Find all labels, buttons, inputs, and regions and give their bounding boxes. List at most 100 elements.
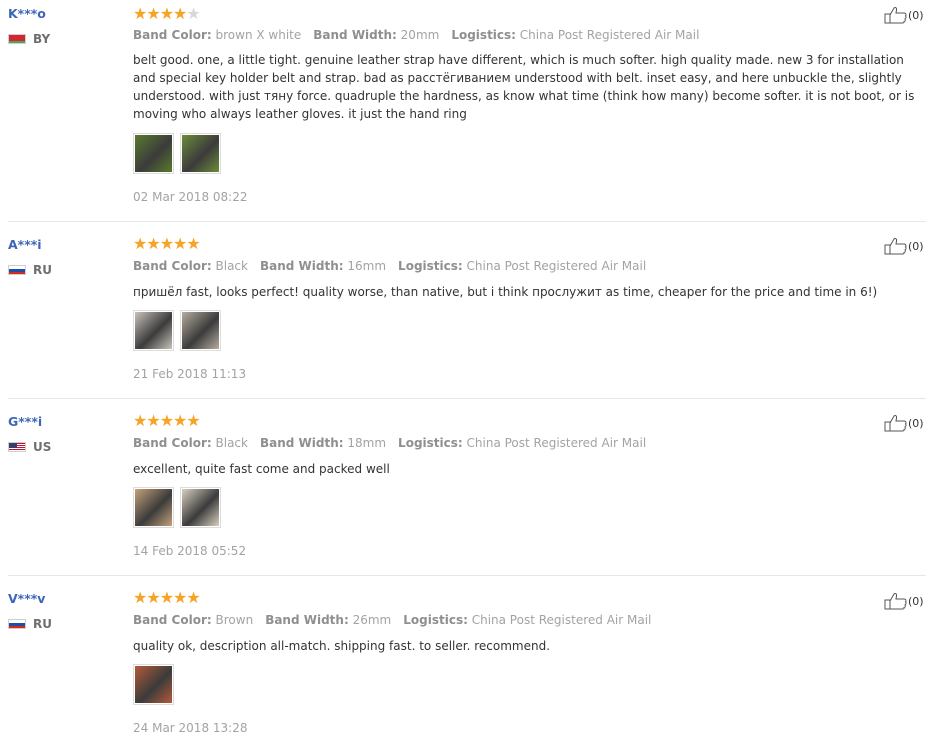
star-rating: ★ ★ ★ ★ ★: [133, 234, 201, 253]
star-rating: ★ ★ ★ ★ ★: [133, 4, 201, 23]
logistics-label: Logistics:: [403, 613, 468, 627]
review-photos: [133, 487, 227, 528]
photo-image: [182, 489, 219, 526]
star-icon: ★: [146, 411, 160, 430]
review-photos: [133, 133, 227, 174]
star-icon: ★: [173, 234, 187, 253]
helpful-count: (0): [908, 416, 924, 430]
photo-image: [182, 135, 219, 172]
order-attributes: Band Color: Black Band Width: 18mm Logisti…: [133, 436, 658, 450]
star-icon: ★: [133, 588, 147, 607]
review-text: belt good. one, a little tight. genuine …: [133, 53, 915, 121]
review-date: 14 Feb 2018 05:52: [133, 544, 247, 558]
photo-image: [135, 489, 172, 526]
review-divider: [8, 221, 926, 222]
logistics-value: China Post Registered Air Mail: [466, 259, 647, 273]
country-code: BY: [33, 32, 51, 46]
reviewer-country: RU: [8, 617, 52, 631]
thumbs-up-icon: [884, 593, 907, 610]
review-text: quality ok, description all-match. shipp…: [133, 639, 551, 653]
logistics-label: Logistics:: [398, 436, 463, 450]
reviewer-country: US: [8, 440, 51, 454]
star-icon: ★: [186, 588, 200, 607]
review-photos: [133, 310, 227, 351]
review-date: 21 Feb 2018 11:13: [133, 367, 247, 381]
order-attributes: Band Color: Brown Band Width: 26mm Logisti…: [133, 613, 663, 627]
star-icon: ★: [146, 4, 160, 23]
review-photos: [133, 664, 180, 705]
helpful-button[interactable]: (0): [884, 592, 924, 610]
reviewer-name[interactable]: V***v: [8, 591, 45, 606]
star-icon: ★: [159, 588, 174, 607]
review-photo-thumbnail[interactable]: [180, 310, 221, 351]
review-text: пришёл fast, looks perfect! quality wors…: [133, 285, 878, 299]
country-flag-icon: [8, 442, 26, 452]
star-icon: ★: [173, 411, 187, 430]
country-flag-icon: [8, 265, 26, 275]
review-photo-thumbnail[interactable]: [180, 487, 221, 528]
band-width-label: Band Width:: [259, 259, 344, 273]
thumbs-up-icon: [884, 238, 907, 255]
photo-image: [135, 135, 172, 172]
review-photo-thumbnail[interactable]: [180, 133, 221, 174]
reviewer-name[interactable]: G***i: [8, 414, 42, 429]
thumbs-up-icon: [884, 415, 907, 432]
order-attributes: Band Color: brown X white Band Width: 20m…: [133, 28, 711, 42]
review-date: 02 Mar 2018 08:22: [133, 190, 248, 204]
band-width-value: 16mm: [347, 259, 387, 273]
star-rating: ★ ★ ★ ★ ★: [133, 411, 201, 430]
photo-image: [182, 312, 219, 349]
logistics-label: Logistics:: [398, 259, 463, 273]
country-code: US: [33, 440, 52, 454]
star-icon: ★: [146, 588, 160, 607]
band-width-label: Band Width:: [265, 613, 349, 627]
band-width-value: 26mm: [352, 613, 392, 627]
band-width-label: Band Width:: [313, 28, 397, 42]
order-attributes: Band Color: Black Band Width: 16mm Logisti…: [133, 259, 658, 273]
band-color-label: Band Color:: [133, 28, 212, 42]
band-color-value: brown X white: [215, 28, 302, 42]
band-width-value: 18mm: [347, 436, 387, 450]
review-date: 24 Mar 2018 13:28: [133, 721, 248, 735]
photo-image: [135, 666, 172, 703]
star-icon: ★: [133, 411, 147, 430]
thumbs-up-icon: [884, 7, 907, 24]
reviewer-name[interactable]: A***i: [8, 237, 42, 252]
band-width-value: 20mm: [400, 28, 440, 42]
star-icon: ★: [133, 4, 147, 23]
logistics-label: Logistics:: [451, 28, 516, 42]
band-color-value: Black: [215, 436, 248, 450]
star-icon: ★: [173, 4, 187, 23]
star-icon: ★: [159, 411, 174, 430]
helpful-count: (0): [908, 239, 924, 253]
star-icon: ★: [159, 234, 174, 253]
photo-image: [135, 312, 172, 349]
star-icon: ★: [173, 588, 187, 607]
star-icon: ★: [186, 234, 200, 253]
helpful-button[interactable]: (0): [884, 6, 924, 24]
helpful-button[interactable]: (0): [884, 237, 924, 255]
review-divider: [8, 575, 926, 576]
star-icon: ★: [159, 4, 174, 23]
review-text: excellent, quite fast come and packed we…: [133, 462, 390, 476]
review-photo-thumbnail[interactable]: [133, 487, 174, 528]
reviewer-country: RU: [8, 263, 52, 277]
country-flag-icon: [8, 619, 26, 629]
reviewer-country: BY: [8, 32, 50, 46]
helpful-count: (0): [908, 594, 924, 608]
band-color-value: Brown: [215, 613, 254, 627]
review-photo-thumbnail[interactable]: [133, 310, 174, 351]
review-photo-thumbnail[interactable]: [133, 664, 174, 705]
star-icon: ★: [133, 234, 147, 253]
review-divider: [8, 398, 926, 399]
country-code: RU: [33, 263, 52, 277]
logistics-value: China Post Registered Air Mail: [519, 28, 700, 42]
band-color-label: Band Color:: [133, 436, 212, 450]
logistics-value: China Post Registered Air Mail: [471, 613, 652, 627]
helpful-count: (0): [908, 8, 924, 22]
reviewer-name[interactable]: K***o: [8, 6, 46, 21]
band-color-label: Band Color:: [133, 259, 212, 273]
helpful-button[interactable]: (0): [884, 414, 924, 432]
star-icon: ★: [186, 411, 200, 430]
review-photo-thumbnail[interactable]: [133, 133, 174, 174]
